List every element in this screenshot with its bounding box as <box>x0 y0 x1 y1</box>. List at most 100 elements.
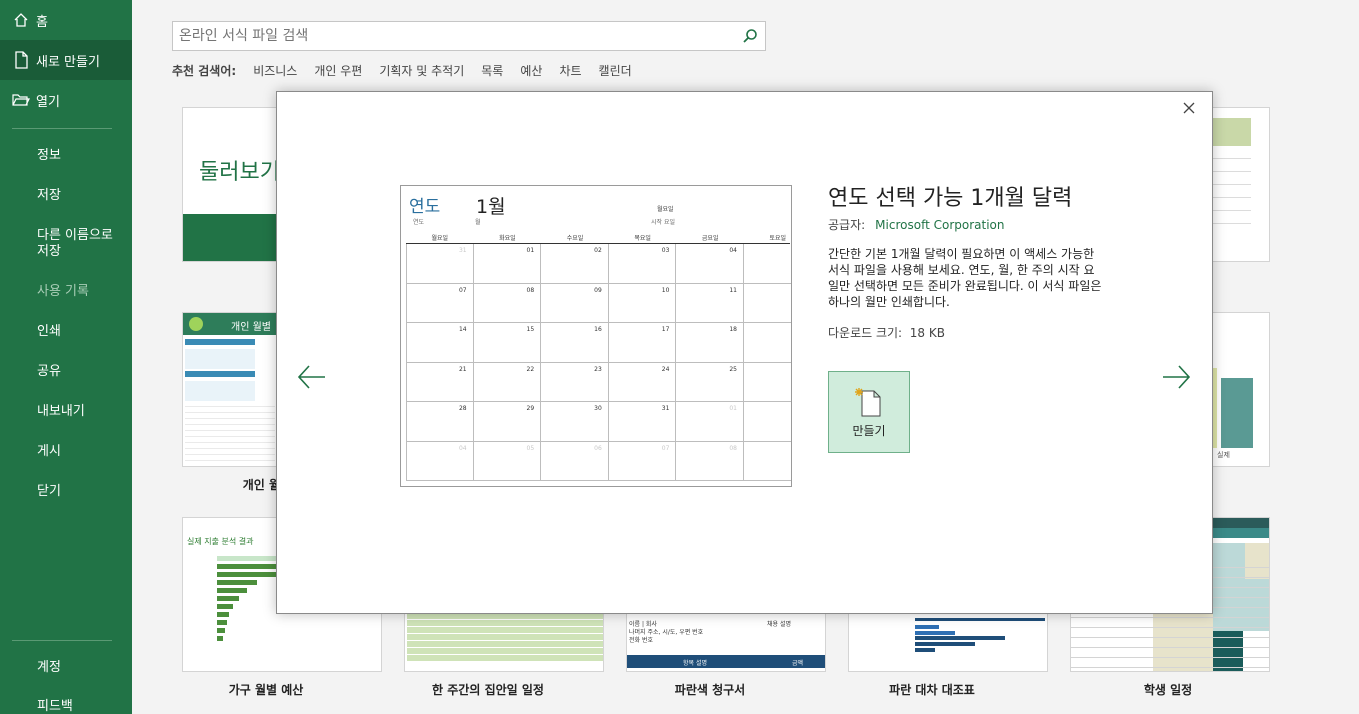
cal-day-number: 29 <box>526 405 535 412</box>
new-document-icon <box>12 51 30 69</box>
chore-grid <box>407 613 603 661</box>
cal-day-number: 23 <box>594 365 602 373</box>
download-size-label: 다운로드 크기: <box>828 326 903 340</box>
nav-publish[interactable]: 게시 <box>0 442 132 462</box>
cal-weekday-header: 금요일 <box>701 235 719 242</box>
suggestion-link[interactable]: 목록 <box>481 62 503 79</box>
suggestion-link[interactable]: 기획자 및 추적기 <box>379 62 464 79</box>
cal-day-cell <box>744 244 791 284</box>
cal-day-number: 01 <box>729 405 737 412</box>
cal-day-number: 17 <box>661 326 670 333</box>
template-description: 간단한 기본 1개월 달력이 필요하면 이 액세스 가능한 서식 파일을 사용해… <box>828 247 1102 309</box>
calendar-grid: 월요일 화요일 수요일 목요일 금요일 토요일 31 01 02 03 04 07 08 09 10 11 14… <box>406 232 791 484</box>
publisher-label: 공급자: <box>828 218 866 232</box>
publisher-row: 공급자: Microsoft Corporation <box>828 216 1004 233</box>
photo-thumb <box>1211 118 1251 146</box>
cal-day-cell: 06 <box>541 441 609 481</box>
nav-home[interactable]: 홈 <box>0 10 132 30</box>
template-caption: 가구 월별 예산 <box>228 683 304 697</box>
folder-icon <box>12 91 30 109</box>
suggestion-link[interactable]: 예산 <box>520 62 542 79</box>
template-preview-image: 연도 1월 연도 월 월요일 시작 요일 월요일 화요일 수요일 목요일 금요일 토요일 3… <box>400 185 792 487</box>
search-icon[interactable] <box>739 26 761 46</box>
cal-weekday-header: 화요일 <box>499 235 516 242</box>
cal-day-number: 10 <box>661 286 670 294</box>
budget-bar <box>185 339 255 345</box>
suggestion-link[interactable]: 차트 <box>559 62 581 79</box>
home-icon <box>12 11 30 29</box>
cal-day-number: 01 <box>526 247 535 254</box>
previous-arrow-icon[interactable] <box>295 360 329 394</box>
template-title: 연도 선택 가능 1개월 달력 <box>828 186 1073 211</box>
cal-day-number: 28 <box>458 405 467 412</box>
nav-account-label: 계정 <box>37 660 61 675</box>
suggestion-link[interactable]: 개인 우편 <box>314 62 362 79</box>
suggested-searches-label: 추천 검색어: <box>172 64 237 78</box>
cal-day-cell: 10 <box>608 283 677 323</box>
publisher-link[interactable]: Microsoft Corporation <box>875 218 1004 232</box>
calendar-grid <box>1211 146 1251 236</box>
cal-day-number: 15 <box>526 326 535 333</box>
suggested-searches: 추천 검색어: 비즈니스 개인 우편 기획자 및 추적기 목록 예산 차트 캘린… <box>172 62 649 79</box>
nav-export[interactable]: 내보내기 <box>0 402 132 422</box>
nav-feedback[interactable]: 피드백 <box>0 697 132 714</box>
cal-weekday-header: 목요일 <box>634 235 651 242</box>
budget-title: 개인 월별 <box>231 322 271 333</box>
cal-day-number: 11 <box>729 286 737 294</box>
search-input[interactable] <box>179 26 729 46</box>
chart-title: 실제 지출 분석 결과 <box>187 537 254 546</box>
cal-day-cell <box>744 442 791 481</box>
suggestion-link[interactable]: 캘린더 <box>599 62 632 79</box>
cal-day-number: 16 <box>594 326 602 333</box>
nav-open-label: 열기 <box>36 94 60 110</box>
cal-day-number: 31 <box>458 247 467 254</box>
invoice-line: 전화 번호 <box>629 637 653 644</box>
nav-save[interactable]: 저장 <box>0 186 132 206</box>
nav-print[interactable]: 인쇄 <box>0 322 132 342</box>
cal-day-cell: 09 <box>541 283 609 323</box>
nav-account[interactable]: 계정 <box>0 658 132 678</box>
template-caption: 개인 월 <box>242 478 280 492</box>
suggestion-link[interactable]: 비즈니스 <box>253 62 297 79</box>
template-caption: 파란 대차 대조표 <box>889 683 975 697</box>
template-preview-dialog: 연도 1월 연도 월 월요일 시작 요일 월요일 화요일 수요일 목요일 금요일 토요일 3… <box>276 91 1213 614</box>
next-arrow-icon[interactable] <box>1159 360 1193 394</box>
create-button-label: 만들기 <box>852 424 886 438</box>
create-button[interactable]: 만들기 <box>828 371 910 453</box>
chart-label: 실제 <box>1217 451 1230 459</box>
nav-open[interactable]: 열기 <box>0 90 132 110</box>
new-file-icon <box>853 386 883 422</box>
nav-save-label: 저장 <box>37 188 61 203</box>
download-size-value: 18 KB <box>909 326 945 340</box>
nav-divider-bottom <box>12 640 112 641</box>
cal-day-number: 09 <box>594 286 602 294</box>
nav-new-label: 새로 만들기 <box>36 54 100 70</box>
close-icon[interactable] <box>1179 98 1199 118</box>
cal-weekday-header: 수요일 <box>566 235 584 242</box>
template-caption: 학생 일정 <box>1143 683 1193 697</box>
budget-bar <box>185 371 255 377</box>
cal-day-cell: 11 <box>676 283 744 323</box>
nav-save-as[interactable]: 다른 이름으로 저장 <box>0 227 132 261</box>
nav-new[interactable]: 새로 만들기 <box>0 40 132 80</box>
tour-text: 둘러보기 <box>199 160 280 185</box>
nav-feedback-label: 피드백 <box>37 699 73 714</box>
cal-day-number: 18 <box>729 326 737 333</box>
cal-day-cell <box>744 402 791 442</box>
cal-day-number: 07 <box>661 444 670 452</box>
cal-day-cell: 31 <box>406 244 474 284</box>
nav-info-label: 정보 <box>37 148 61 163</box>
nav-info[interactable]: 정보 <box>0 146 132 166</box>
cal-day-cell: 07 <box>406 283 474 323</box>
cal-day-cell: 08 <box>676 441 744 481</box>
nav-save-as-line2: 저장 <box>37 244 61 259</box>
nav-save-as-label: 다른 이름으로 저장 <box>0 228 113 260</box>
nav-close[interactable]: 닫기 <box>0 482 132 502</box>
cal-day-number: 04 <box>729 247 737 254</box>
nav-share[interactable]: 공유 <box>0 362 132 382</box>
invoice-header-cell: 항목 설명 <box>683 660 707 667</box>
cal-day-number: 08 <box>526 286 535 294</box>
cal-day-cell: 16 <box>541 323 609 363</box>
cal-day-cell: 07 <box>608 441 677 481</box>
nav-export-label: 내보내기 <box>37 404 85 419</box>
